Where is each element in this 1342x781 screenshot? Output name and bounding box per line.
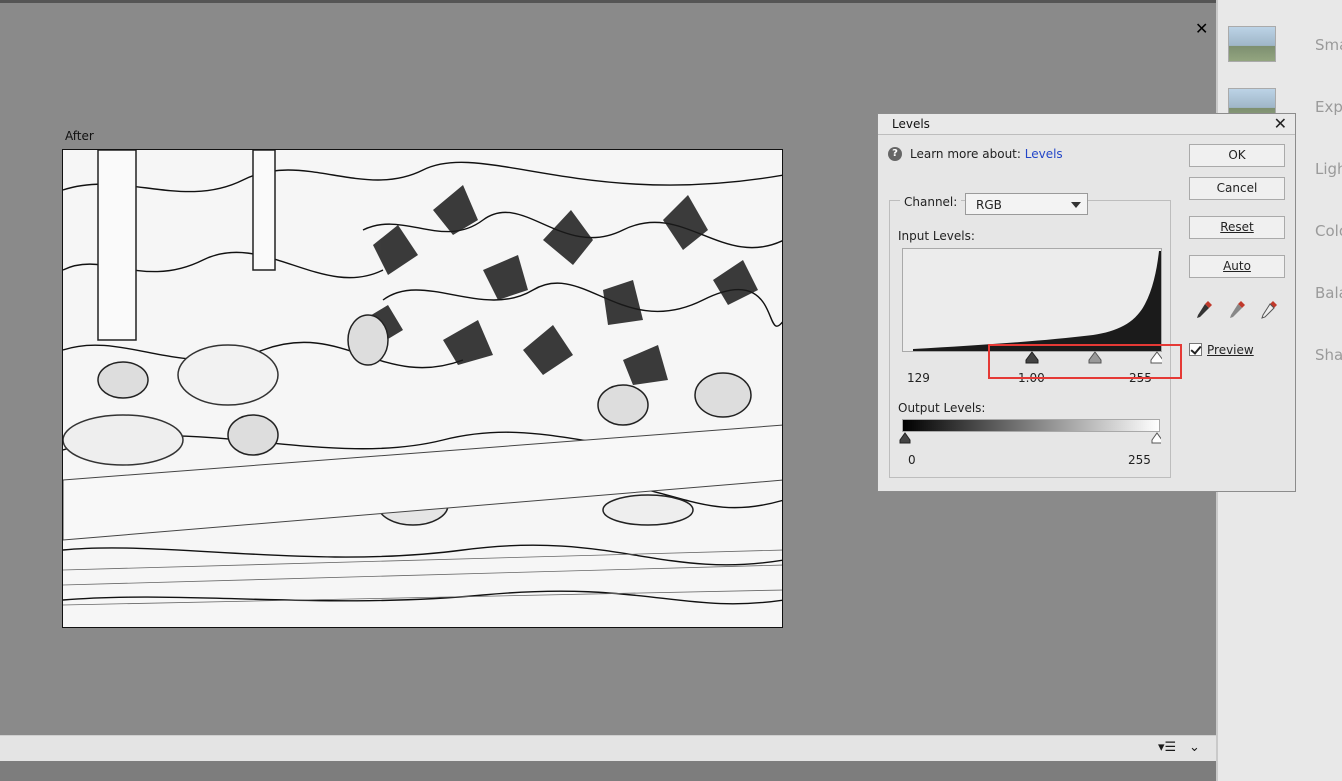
cancel-button[interactable]: Cancel xyxy=(1189,177,1285,200)
preview-label[interactable]: Preview xyxy=(1207,343,1254,357)
output-slider[interactable] xyxy=(899,432,1161,444)
white-eyedropper-icon[interactable] xyxy=(1258,298,1280,320)
auto-label: Auto xyxy=(1223,259,1251,273)
black-eyedropper-icon[interactable] xyxy=(1193,298,1215,320)
panel-label: Colo xyxy=(1315,222,1342,240)
output-black-value[interactable]: 0 xyxy=(908,453,916,467)
list-options-icon[interactable]: ▾☰ xyxy=(1158,740,1176,755)
panel-label: Sha xyxy=(1315,346,1342,364)
output-black-thumb xyxy=(899,432,911,444)
reset-button[interactable]: Reset xyxy=(1189,216,1285,239)
status-bar xyxy=(0,761,1216,781)
learn-more-link[interactable]: Levels xyxy=(1025,147,1063,161)
close-icon[interactable]: ✕ xyxy=(1195,19,1208,38)
photo-thumbnail-icon xyxy=(1228,26,1276,62)
reset-label: Reset xyxy=(1220,220,1254,234)
white-point-thumb xyxy=(1150,351,1162,364)
dialog-titlebar[interactable]: Levels ✕ xyxy=(878,114,1295,135)
chevron-down-icon xyxy=(1071,202,1081,208)
input-black-value[interactable]: 129 xyxy=(907,371,930,385)
close-icon[interactable]: ✕ xyxy=(1274,114,1287,133)
panel-label: Ligh xyxy=(1315,160,1342,178)
input-gamma-value[interactable]: 1.00 xyxy=(1018,371,1045,385)
levels-dialog: Levels ✕ ? Learn more about: Levels Chan… xyxy=(877,113,1296,492)
panel-item-sma[interactable]: Sma xyxy=(1228,26,1342,76)
after-label: After xyxy=(65,129,94,143)
bottom-toolbar: ▾☰ ⌄ xyxy=(0,735,1216,762)
preview-label-text: Preview xyxy=(1207,343,1254,357)
preview-checkbox[interactable] xyxy=(1189,343,1202,356)
chevron-down-icon[interactable]: ⌄ xyxy=(1189,740,1200,755)
output-gradient xyxy=(902,419,1160,432)
panel-label: Sma xyxy=(1315,36,1342,54)
learn-more-prefix: Learn more about: xyxy=(910,147,1021,161)
output-levels-label: Output Levels: xyxy=(898,401,986,415)
input-levels-label: Input Levels: xyxy=(898,229,975,243)
panel-label: Exp xyxy=(1315,98,1342,116)
after-photo xyxy=(62,149,783,628)
ok-button[interactable]: OK xyxy=(1189,144,1285,167)
channel-label: Channel: xyxy=(900,195,962,209)
output-white-thumb xyxy=(1151,432,1161,444)
auto-button[interactable]: Auto xyxy=(1189,255,1285,278)
channel-select[interactable]: RGB xyxy=(965,193,1088,215)
dialog-title: Levels xyxy=(892,117,930,131)
help-icon: ? xyxy=(888,147,902,161)
input-slider[interactable] xyxy=(902,351,1162,365)
histogram xyxy=(902,248,1162,352)
panel-label: Bala xyxy=(1315,284,1342,302)
learn-more: Learn more about: Levels xyxy=(910,147,1063,161)
channel-value: RGB xyxy=(976,198,1002,212)
gray-eyedropper-icon[interactable] xyxy=(1226,298,1248,320)
input-white-value[interactable]: 255 xyxy=(1129,371,1152,385)
output-white-value[interactable]: 255 xyxy=(1128,453,1151,467)
black-point-thumb xyxy=(1025,351,1039,364)
gamma-thumb xyxy=(1088,351,1102,364)
